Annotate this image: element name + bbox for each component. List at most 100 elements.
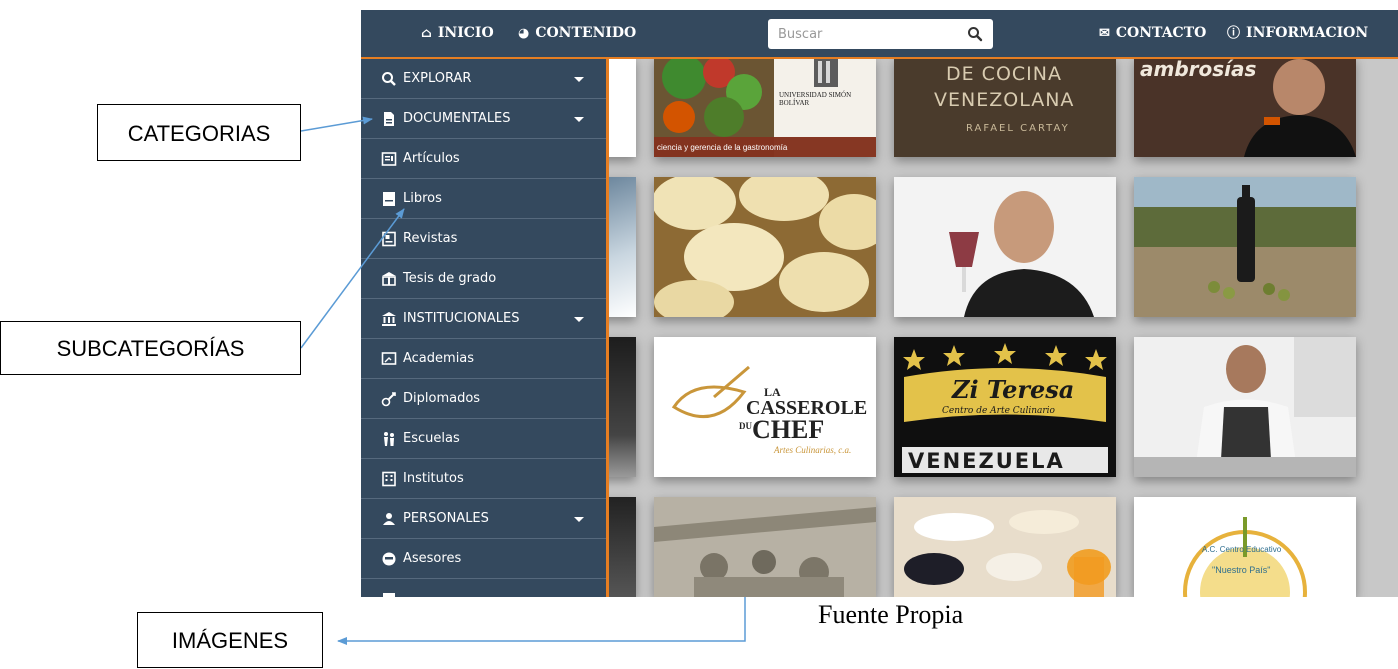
gallery-image-arepas[interactable]: [654, 177, 876, 317]
nav-contacto-label: CONTACTO: [1115, 25, 1207, 41]
book-icon: [383, 191, 395, 206]
buffet-photo: [894, 497, 1116, 597]
sidebar-item-institutos[interactable]: Institutos: [361, 459, 606, 499]
globe-icon: ◕: [518, 26, 530, 41]
figure-caption: Fuente Propia: [818, 600, 964, 629]
arepas-photo: [654, 177, 876, 317]
callout-categorias-label: CATEGORIAS: [127, 121, 271, 146]
arrow-imagenes: [337, 597, 746, 645]
logo-text-sub: Artes Culinarias, c.a.: [774, 445, 852, 455]
sidebar-item-label: Asesores: [403, 551, 462, 566]
gallery-image-gastronomia-book[interactable]: UNIVERSIDAD SIMÓN BOLÍVAR ciencia y gere…: [654, 57, 876, 157]
sidebar-item-label: Diplomados: [403, 391, 481, 406]
zi-teresa-subtitle: Centro de Arte Culinario: [942, 406, 1055, 416]
ac-centro-text: A.C. Centro Educativo: [1202, 545, 1282, 554]
sketch-image: [654, 497, 876, 597]
logo-text-chef: CHEF: [752, 415, 825, 444]
caret-down-icon: [574, 77, 584, 82]
book-author: RAFAEL CARTAY: [966, 123, 1070, 134]
sidebar-item-label: DOCUMENTALES: [403, 111, 511, 126]
gallery-image-chef-apron[interactable]: [1134, 337, 1356, 477]
sidebar-item-label: Artículos: [403, 151, 460, 166]
gallery-image-sketch[interactable]: [654, 497, 876, 597]
sidebar-item-label: Institutos: [403, 471, 464, 486]
sidebar-item-institucionales[interactable]: INSTITUCIONALES: [361, 299, 606, 339]
olive-oil-photo: [1134, 177, 1356, 317]
chef-apron-photo: [1134, 337, 1356, 477]
advisor-icon: [382, 552, 396, 565]
vegetables-photo: [654, 57, 876, 157]
search-icon: [382, 71, 396, 86]
sidebar-item-explorar[interactable]: EXPLORAR: [361, 59, 606, 99]
sidebar-item-label: EXPLORAR: [403, 71, 472, 86]
logo-text-du: DU: [739, 421, 752, 431]
sidebar-item-label: Revistas: [403, 231, 458, 246]
caret-down-icon: [574, 317, 584, 322]
callout-subcategorias: SUBCATEGORÍAS: [0, 321, 301, 375]
top-navbar: ⌂ INICIO ◕ CONTENIDO ✉ CONTACTO ⓘ INFORMACIO…: [361, 10, 1398, 59]
article-icon: [381, 151, 397, 166]
sidebar-item-tesis[interactable]: Tesis de grado: [361, 259, 606, 299]
nav-inicio-label: INICIO: [437, 25, 494, 41]
document-icon: [384, 111, 394, 126]
gallery-image-ambrosia-chef[interactable]: ambrosías: [1134, 57, 1356, 157]
search-input[interactable]: [768, 19, 953, 49]
gallery-image-chef-wine[interactable]: [894, 177, 1116, 317]
nav-informacion-label: INFORMACION: [1246, 25, 1369, 41]
gallery-image-zi-teresa[interactable]: Zi Teresa Centro de Arte Culinario VENEZ…: [894, 337, 1116, 477]
sidebar-item-label: Escuelas: [403, 431, 460, 446]
caret-down-icon: [574, 117, 584, 122]
callout-imagenes: IMÁGENES: [137, 612, 323, 668]
callout-imagenes-label: IMÁGENES: [171, 628, 289, 653]
sidebar-item-personales[interactable]: PERSONALES: [361, 499, 606, 539]
envelope-icon: ✉: [1099, 26, 1110, 41]
ambrosia-text: ambrosías: [1140, 57, 1257, 81]
sidebar-item-revistas[interactable]: Revistas: [361, 219, 606, 259]
item-icon: [383, 592, 395, 597]
sidebar-item-diplomados[interactable]: Diplomados: [361, 379, 606, 419]
sidebar-item-documentales[interactable]: DOCUMENTALES: [361, 99, 606, 139]
sidebar-item-label: Tesis de grado: [403, 271, 497, 286]
building-icon: [382, 471, 396, 486]
chalkboard-icon: [381, 351, 397, 365]
sidebar-item-libros[interactable]: Libros: [361, 179, 606, 219]
callout-categorias: CATEGORIAS: [97, 104, 301, 161]
sidebar-item-escuelas[interactable]: Escuelas: [361, 419, 606, 459]
sidebar-item-articulos[interactable]: Artículos: [361, 139, 606, 179]
home-icon: ⌂: [421, 26, 432, 41]
gallery-image-cocina-venezolana[interactable]: DE COCINA VENEZOLANA RAFAEL CARTAY: [894, 57, 1116, 157]
sidebar-item-label: INSTITUCIONALES: [403, 311, 520, 326]
sidebar-item-academias[interactable]: Academias: [361, 339, 606, 379]
nav-contenido-label: CONTENIDO: [535, 25, 637, 41]
zi-teresa-title: Zi Teresa: [952, 375, 1075, 404]
diploma-icon: [381, 391, 396, 406]
app-screenshot: UNIVERSIDAD SIMÓN BOLÍVAR ciencia y gere…: [361, 10, 1398, 597]
sidebar-item-label: PERSONALES: [403, 511, 489, 526]
book-title-line2: VENEZOLANA: [934, 89, 1075, 111]
gallery-image-nuestro-pais[interactable]: A.C. Centro Educativo "Nuestro País": [1134, 497, 1356, 597]
gallery-image-olive-oil[interactable]: [1134, 177, 1356, 317]
magazine-icon: [382, 231, 396, 246]
sidebar-item-label: Academias: [403, 351, 475, 366]
sidebar-item-label: Libros: [403, 191, 442, 206]
nuestro-pais-text: "Nuestro País": [1212, 565, 1271, 575]
nav-contenido[interactable]: ◕ CONTENIDO: [518, 10, 636, 57]
info-icon: ⓘ: [1227, 26, 1241, 41]
caret-down-icon: [574, 517, 584, 522]
nav-contacto[interactable]: ✉ CONTACTO: [1099, 10, 1206, 57]
thesis-icon: [382, 271, 396, 286]
sidebar-item-asesores[interactable]: Asesores: [361, 539, 606, 579]
nav-inicio[interactable]: ⌂ INICIO: [421, 10, 494, 57]
search-box: [768, 19, 993, 49]
callout-subcategorias-label: SUBCATEGORÍAS: [56, 336, 245, 361]
school-children-icon: [384, 431, 394, 446]
gallery-image-buffet[interactable]: [894, 497, 1116, 597]
institution-icon: [382, 311, 396, 326]
nav-informacion[interactable]: ⓘ INFORMACION: [1227, 10, 1368, 57]
gallery-image-casserole[interactable]: LA CASSEROLE DU CHEF Artes Culinarias, c…: [654, 337, 876, 477]
book-title-line1: DE COCINA: [946, 63, 1062, 85]
gastro-label: ciencia y gerencia de la gastronomía: [657, 143, 788, 152]
sidebar-item-partial[interactable]: [361, 579, 606, 597]
search-icon[interactable]: [967, 26, 983, 42]
user-icon: [383, 512, 395, 525]
